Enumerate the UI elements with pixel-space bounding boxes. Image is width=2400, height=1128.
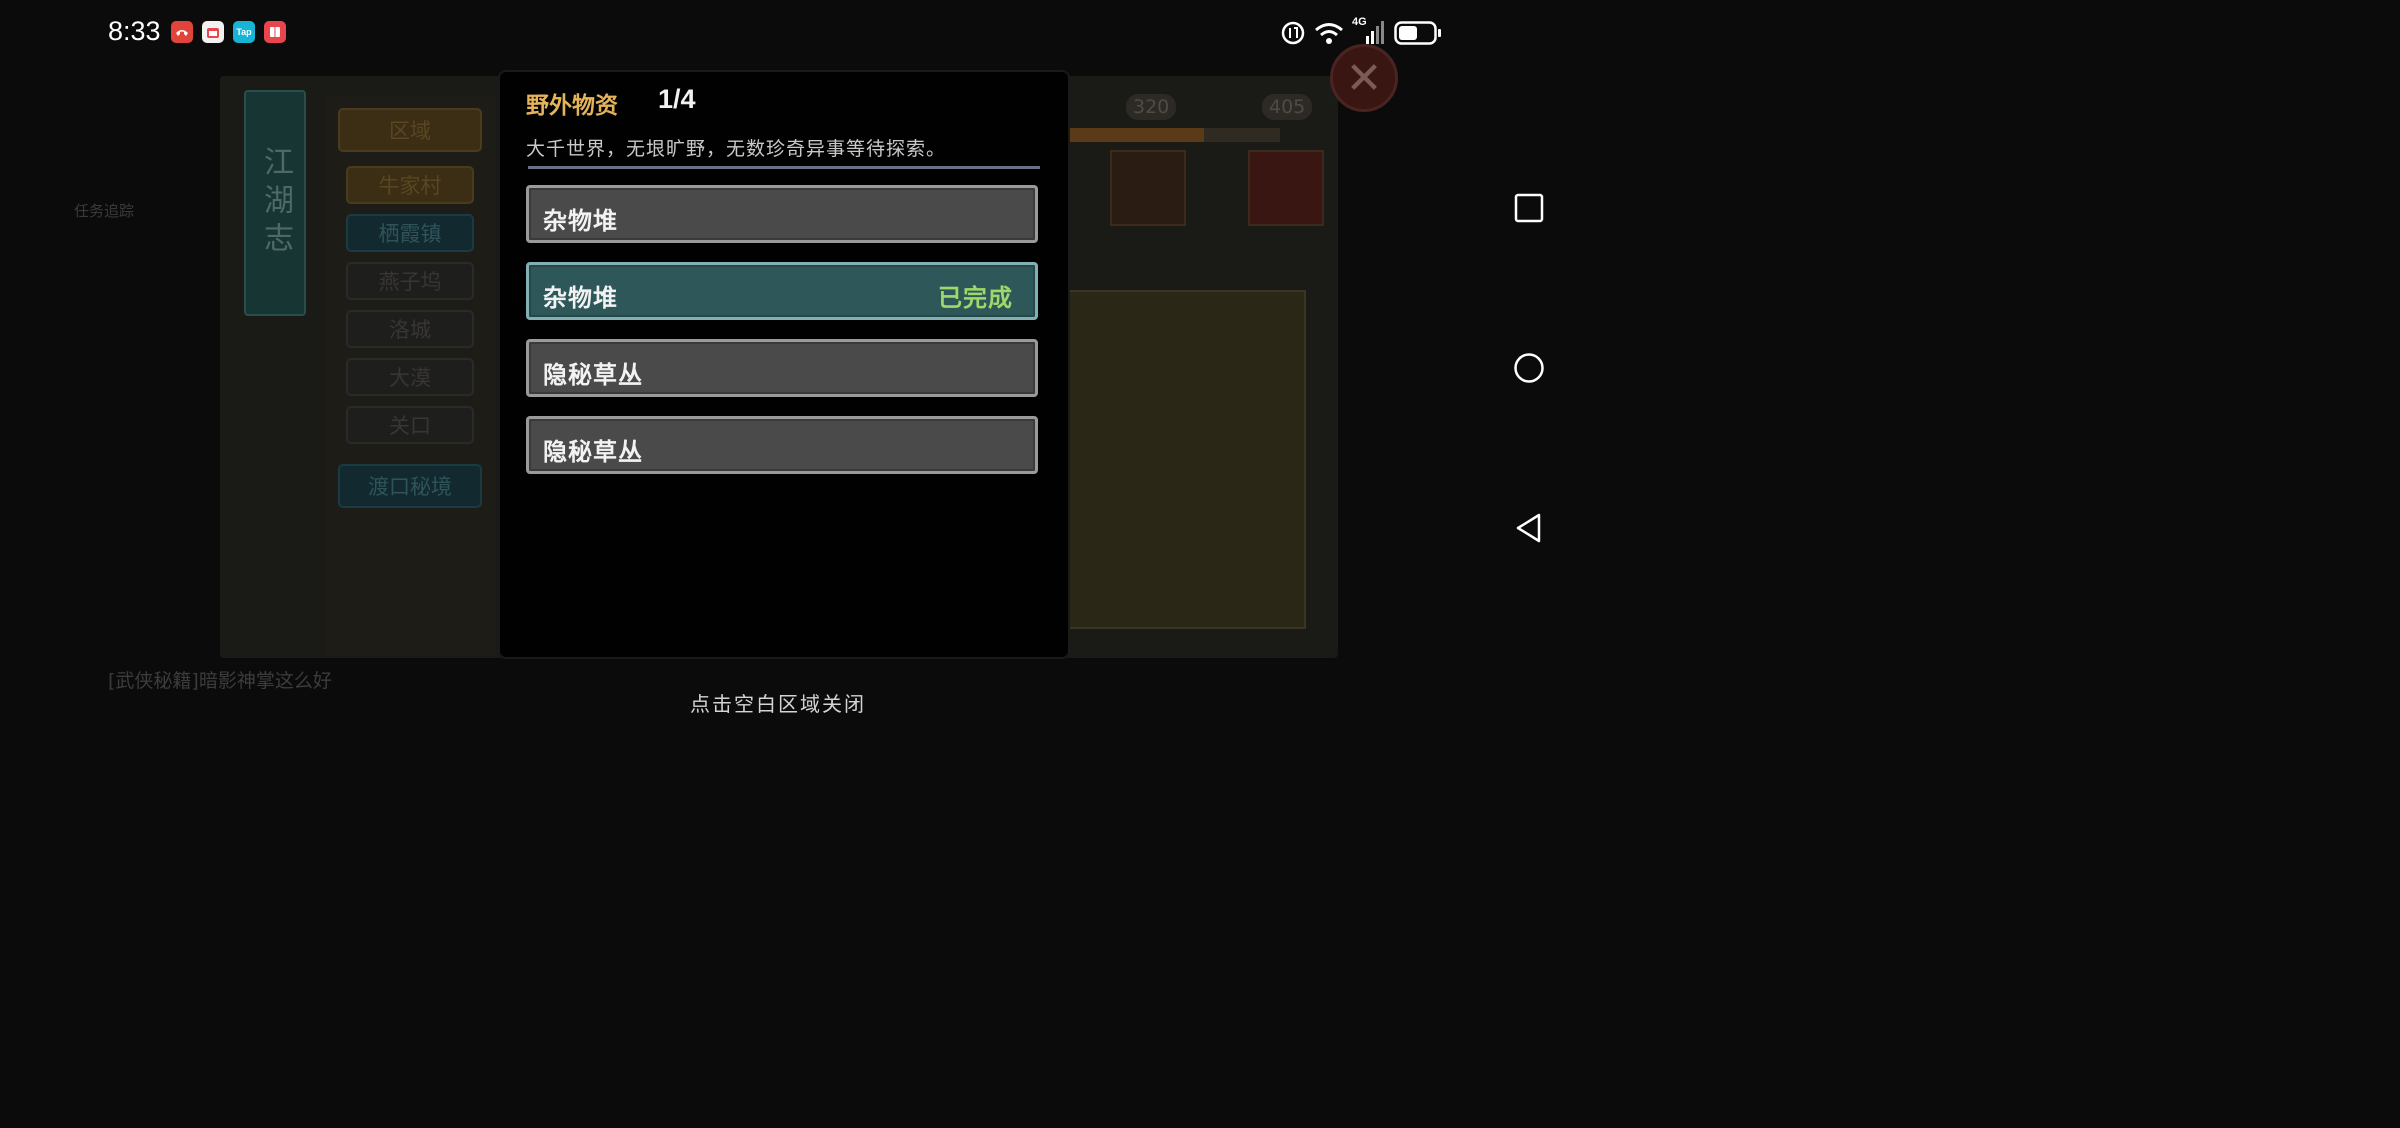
home-button[interactable] <box>1508 347 1550 389</box>
journal-spine-title: 江湖志 <box>258 146 293 260</box>
dialog-description: 大千世界，无垠旷野，无数珍奇异事等待探索。 <box>526 138 947 160</box>
supply-item-row[interactable]: 隐秘草丛 <box>526 339 1038 397</box>
progress-bar <box>1068 128 1280 142</box>
supply-item-label: 杂物堆 <box>543 206 618 235</box>
square-icon <box>1514 193 1544 223</box>
counter-badge-2: 405 <box>1262 94 1313 120</box>
reward-item-check[interactable] <box>1110 150 1186 226</box>
region-item-qixiazhen[interactable]: 栖霞镇 <box>346 214 474 252</box>
field-supplies-dialog: 野外物资 1/4 大千世界，无垠旷野，无数珍奇异事等待探索。 杂物堆 杂物堆 已… <box>500 72 1068 657</box>
wifi-icon <box>1315 23 1343 44</box>
taptap-app-icon: Tap <box>233 21 255 43</box>
supply-item-row[interactable]: 杂物堆 <box>526 185 1038 243</box>
data-saver-icon <box>1281 21 1305 45</box>
status-bar: 8:33 Tap 4G <box>0 0 1568 66</box>
dialog-title: 野外物资 <box>526 92 618 119</box>
counter-badge-1: 320 <box>1126 94 1177 120</box>
supply-item-status: 已完成 <box>938 283 1013 312</box>
battery-icon <box>1394 21 1441 45</box>
region-item-guankou[interactable]: 关口 <box>346 406 474 444</box>
supply-item-label: 隐秘草丛 <box>543 437 643 466</box>
region-map[interactable] <box>1066 290 1306 629</box>
region-item-damo[interactable]: 大漠 <box>346 358 474 396</box>
recent-apps-button[interactable] <box>1508 187 1550 229</box>
reward-item-scroll[interactable] <box>1248 150 1324 226</box>
red-book-app-icon <box>264 21 286 43</box>
journal-spine: 江湖志 <box>244 90 306 316</box>
taptap-label: Tap <box>236 27 252 37</box>
back-triangle-icon <box>1516 513 1541 543</box>
supply-item-row[interactable]: 隐秘草丛 <box>526 416 1038 474</box>
tap-blank-to-close-hint[interactable]: 点击空白区域关闭 <box>690 688 866 717</box>
system-icons: 4G <box>1280 16 1442 46</box>
task-tracker: 任务追踪 <box>74 200 214 222</box>
region-item-yanziwu[interactable]: 燕子坞 <box>346 262 474 300</box>
progress-bar-fill <box>1068 128 1204 142</box>
dialog-progress-count: 1/4 <box>658 84 696 114</box>
calendar-app-icon <box>202 21 224 43</box>
chat-preview[interactable]: [武侠秘籍]暗影神掌这么好 <box>108 666 408 702</box>
region-item-luocheng[interactable]: 洛城 <box>346 310 474 348</box>
supply-item-label: 杂物堆 <box>543 283 618 312</box>
supply-item-row-completed[interactable]: 杂物堆 已完成 <box>526 262 1038 320</box>
cell-signal-icon: 4G <box>1352 16 1386 46</box>
task-tracker-header: 任务追踪 <box>74 202 135 220</box>
status-clock: 8:33 <box>108 16 161 46</box>
back-button[interactable] <box>1508 507 1550 549</box>
circle-icon <box>1514 353 1544 383</box>
missed-call-icon <box>171 21 193 43</box>
region-special-dukou[interactable]: 渡口秘境 <box>338 464 482 508</box>
supply-item-label: 隐秘草丛 <box>543 360 643 389</box>
region-item-niujiacun[interactable]: 牛家村 <box>346 166 474 204</box>
region-header-button[interactable]: 区域 <box>338 108 482 152</box>
dialog-divider <box>528 166 1040 169</box>
